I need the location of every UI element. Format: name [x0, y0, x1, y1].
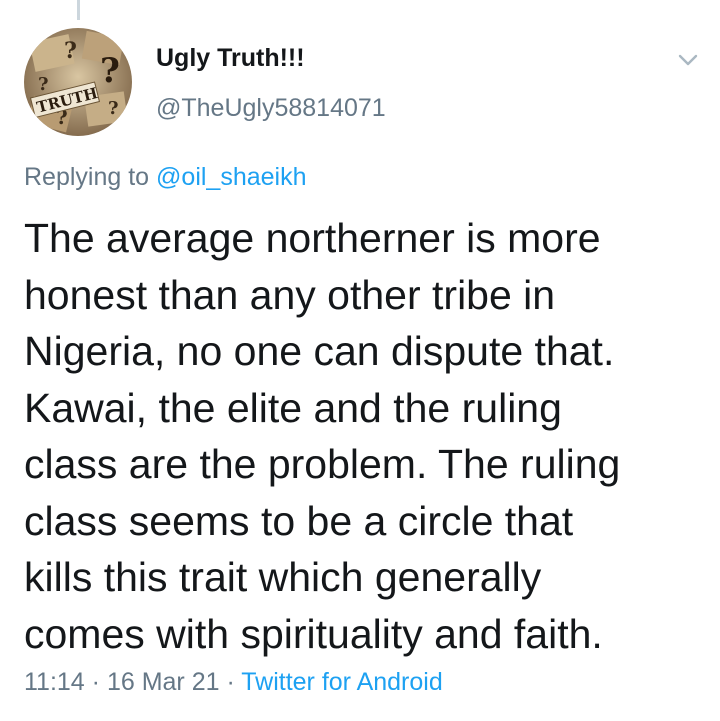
replying-to-label: Replying to	[24, 163, 157, 191]
avatar-image: ? ? ? ? ? TRUTH	[24, 28, 132, 136]
tweet-date[interactable]: 16 Mar 21	[107, 668, 220, 696]
tweet-text-line: class are the problem. The ruling	[24, 441, 621, 487]
tweet-meta: 11:14 · 16 Mar 21 · Twitter for Android	[24, 668, 443, 697]
replying-to: Replying to @oil_shaeikh	[24, 163, 307, 192]
avatar[interactable]: ? ? ? ? ? TRUTH	[24, 28, 132, 136]
chevron-down-icon[interactable]	[674, 46, 702, 74]
svg-text:?: ?	[38, 74, 49, 95]
svg-text:?: ?	[100, 51, 120, 91]
tweet-source-link[interactable]: Twitter for Android	[241, 668, 442, 696]
author-display-name[interactable]: Ugly Truth!!!	[156, 44, 305, 73]
tweet-text-line: honest than any other tribe in	[24, 271, 556, 318]
meta-separator: ·	[84, 668, 107, 696]
svg-text:?: ?	[108, 98, 119, 119]
tweet-text: The average northerner is more honest th…	[24, 210, 704, 662]
replying-to-mention-link[interactable]: @oil_shaeikh	[156, 163, 306, 191]
thread-connector-line	[77, 0, 80, 20]
tweet-time[interactable]: 11:14	[24, 668, 85, 696]
tweet-text-line: kills this trait which generally	[24, 554, 542, 600]
tweet-text-line: Nigeria, no one can dispute that.	[24, 328, 615, 374]
tweet-text-line: The average northerner is more	[24, 215, 601, 261]
author-handle[interactable]: @TheUgly58814071	[156, 94, 386, 123]
meta-separator: ·	[219, 668, 242, 696]
tweet-text-line: comes with spirituality and faith.	[24, 610, 603, 657]
tweet-text-line: class seems to be a circle that	[24, 497, 574, 544]
tweet-text-line: Kawai, the elite and the ruling	[24, 384, 562, 431]
svg-text:?: ?	[64, 38, 77, 64]
